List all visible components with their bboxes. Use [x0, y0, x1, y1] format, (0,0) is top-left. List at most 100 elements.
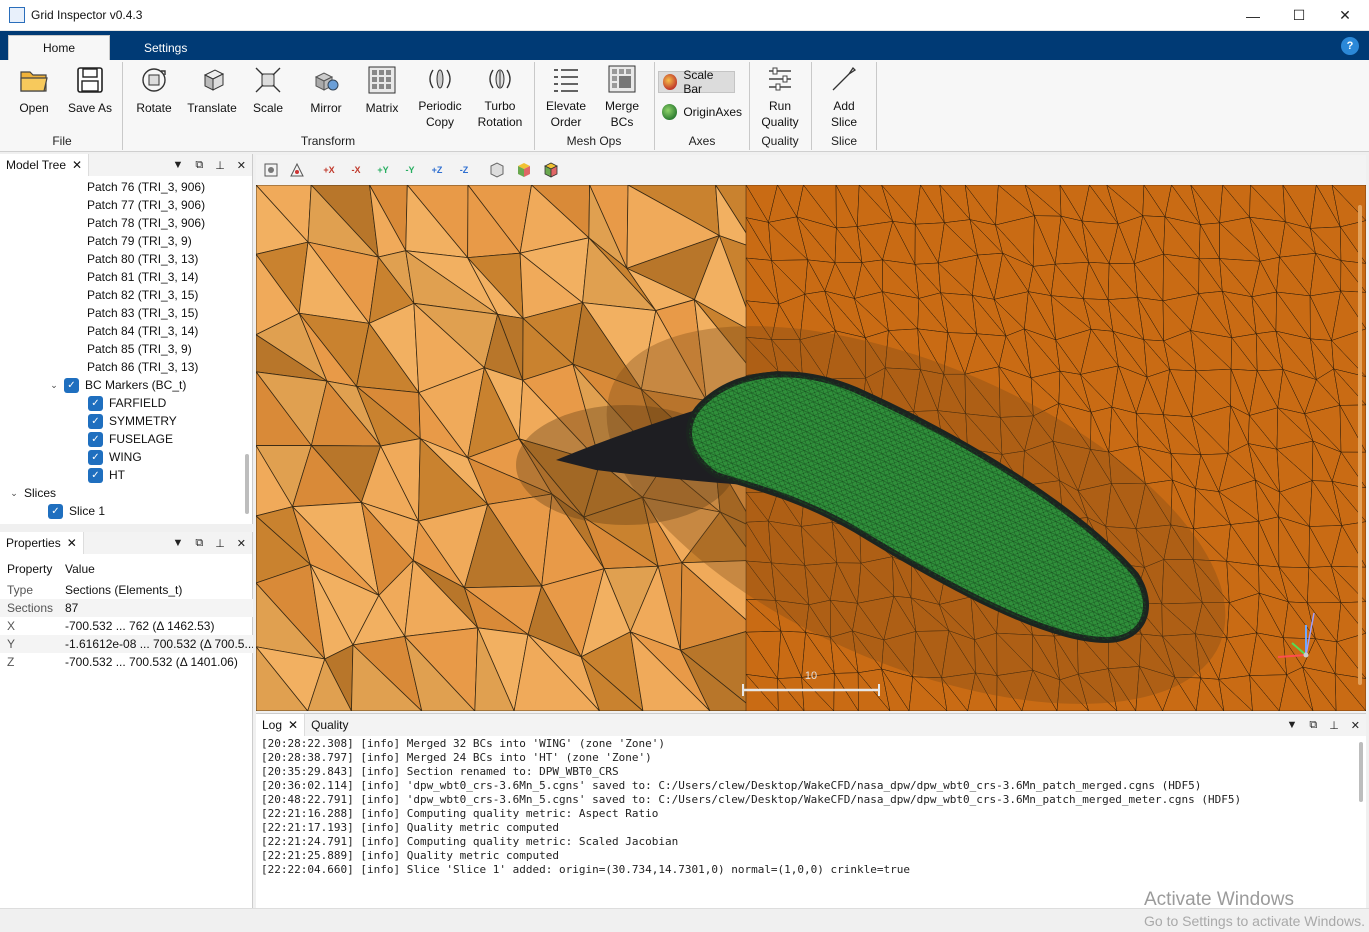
property-row[interactable]: X -700.532 ... 762 (Δ 1462.53)	[0, 617, 253, 635]
tree-item-patch[interactable]: Patch 78 (TRI_3, 906)	[87, 214, 205, 232]
tree-item-patch[interactable]: Patch 83 (TRI_3, 15)	[87, 304, 198, 322]
dropdown-icon[interactable]: ▼	[1286, 719, 1297, 732]
model-tree-tab[interactable]: Model Tree ✕	[0, 154, 90, 176]
log-line: [22:21:17.193] [info] Quality metric com…	[261, 821, 560, 834]
tree-item-patch[interactable]: Patch 76 (TRI_3, 906)	[87, 178, 205, 196]
checkbox-checked-icon[interactable]: ✓	[48, 503, 63, 519]
periodic-copy-button[interactable]: Periodic Copy	[410, 64, 470, 130]
save-as-button[interactable]: Save As	[62, 64, 118, 130]
tree-item-slice[interactable]: ✓ Slice 1	[48, 502, 105, 520]
log-line: [20:28:22.308] [info] Merged 32 BCs into…	[261, 737, 665, 750]
view-direction-button[interactable]: +X	[320, 162, 338, 178]
checkbox-checked-icon[interactable]: ✓	[88, 413, 103, 429]
property-row[interactable]: Y -1.61612e-08 ... 700.532 (Δ 700.5...	[0, 635, 253, 653]
pin-icon[interactable]: ⊥	[215, 159, 225, 172]
chevron-down-icon[interactable]: ⌄	[48, 380, 60, 391]
chevron-down-icon[interactable]: ⌄	[8, 488, 20, 499]
mirror-button[interactable]: Mirror	[298, 64, 354, 130]
view-direction-button[interactable]: -X	[347, 162, 365, 178]
view-direction-label: +X	[323, 165, 335, 175]
property-row[interactable]: Sections 87	[0, 599, 253, 617]
tree-item-slices[interactable]: ⌄ Slices	[8, 484, 56, 502]
property-row[interactable]: Z -700.532 ... 700.532 (Δ 1401.06)	[0, 653, 253, 671]
float-icon[interactable]: ⧉	[195, 537, 203, 550]
mesh-render[interactable]: 10	[256, 185, 1366, 711]
maximize-button[interactable]: ☐	[1276, 0, 1322, 31]
tree-item-patch[interactable]: Patch 80 (TRI_3, 13)	[87, 250, 198, 268]
float-icon[interactable]: ⧉	[195, 159, 203, 172]
tree-item-patch[interactable]: Patch 77 (TRI_3, 906)	[87, 196, 205, 214]
close-icon[interactable]: ✕	[72, 158, 82, 172]
origin-axes-toggle[interactable]: OriginAxes	[658, 101, 746, 123]
tree-item-bc[interactable]: ✓ FARFIELD	[88, 394, 166, 412]
elevate-order-button[interactable]: Elevate Order	[538, 64, 594, 130]
elevate-order-icon	[550, 64, 582, 94]
checkbox-checked-icon[interactable]: ✓	[88, 467, 103, 483]
log-tab[interactable]: Log ✕	[256, 714, 306, 736]
view-direction-button[interactable]: -Y	[401, 162, 419, 178]
tree-item-patch[interactable]: Patch 79 (TRI_3, 9)	[87, 232, 192, 250]
run-quality-button[interactable]: Run Quality	[752, 64, 808, 130]
translate-button[interactable]: Translate	[182, 64, 242, 130]
view-direction-button[interactable]: -Z	[455, 162, 473, 178]
minimize-button[interactable]: —	[1230, 0, 1276, 31]
matrix-button[interactable]: Matrix	[354, 64, 410, 130]
close-icon[interactable]: ✕	[1351, 719, 1360, 732]
add-slice-button[interactable]: Add Slice	[816, 64, 872, 130]
pin-icon[interactable]: ⊥	[215, 537, 225, 550]
open-button[interactable]: Open	[6, 64, 62, 130]
turbo-rotation-label-1: Turbo	[484, 99, 516, 113]
tree-item-bc-markers[interactable]: ⌄ ✓ BC Markers (BC_t)	[48, 376, 186, 394]
dropdown-icon[interactable]: ▼	[172, 159, 183, 172]
tree-item-bc[interactable]: ✓ HT	[88, 466, 125, 484]
tree-item-bc[interactable]: ✓ FUSELAGE	[88, 430, 173, 448]
tree-item-bc[interactable]: ✓ SYMMETRY	[88, 412, 177, 430]
view-direction-button[interactable]: +Z	[428, 162, 446, 178]
scale-bar-toggle[interactable]: Scale Bar	[658, 68, 735, 96]
run-quality-label-2: Quality	[761, 115, 799, 129]
close-button[interactable]: ✕	[1322, 0, 1368, 31]
property-key: Type	[7, 583, 34, 597]
merge-bcs-button[interactable]: Merge BCs	[594, 64, 650, 130]
close-icon[interactable]: ✕	[288, 718, 298, 732]
tree-item-patch[interactable]: Patch 85 (TRI_3, 9)	[87, 340, 192, 358]
scale-button[interactable]: Scale	[240, 64, 296, 130]
tree-item-patch[interactable]: Patch 84 (TRI_3, 14)	[87, 322, 198, 340]
checkbox-checked-icon[interactable]: ✓	[88, 431, 103, 447]
log-scrollbar[interactable]	[1359, 742, 1363, 802]
quality-tab[interactable]: Quality	[305, 714, 355, 736]
close-icon[interactable]: ✕	[67, 536, 77, 550]
rotate-icon	[138, 64, 170, 96]
turbo-rotation-button[interactable]: Turbo Rotation	[470, 64, 530, 130]
wireframe-cube-icon[interactable]	[488, 162, 506, 178]
tree-scrollbar[interactable]	[245, 454, 249, 514]
tab-home[interactable]: Home	[8, 35, 110, 60]
checkbox-checked-icon[interactable]: ✓	[64, 377, 79, 393]
close-icon[interactable]: ✕	[237, 159, 246, 172]
periodic-copy-label-2: Copy	[425, 115, 454, 129]
checkbox-checked-icon[interactable]: ✓	[88, 395, 103, 411]
origin-axes-icon	[662, 104, 678, 120]
mesh-viewport[interactable]: 10	[256, 185, 1366, 711]
reset-view-icon[interactable]	[262, 162, 280, 178]
tree-item-bc[interactable]: ✓ WING	[88, 448, 142, 466]
rotate-button[interactable]: Rotate	[126, 64, 182, 130]
shaded-cube-icon[interactable]	[515, 162, 533, 178]
fit-view-icon[interactable]	[288, 162, 306, 178]
close-icon[interactable]: ✕	[237, 537, 246, 550]
shaded-edges-cube-icon[interactable]	[542, 162, 560, 178]
merge-bcs-icon	[606, 64, 638, 94]
checkbox-checked-icon[interactable]: ✓	[88, 449, 103, 465]
help-icon[interactable]: ?	[1341, 37, 1359, 55]
tab-settings[interactable]: Settings	[128, 35, 203, 60]
tree-item-patch[interactable]: Patch 81 (TRI_3, 14)	[87, 268, 198, 286]
property-row[interactable]: Type Sections (Elements_t)	[0, 581, 253, 599]
view-direction-button[interactable]: +Y	[374, 162, 392, 178]
dropdown-icon[interactable]: ▼	[172, 537, 183, 550]
pin-icon[interactable]: ⊥	[1329, 719, 1339, 732]
tree-item-patch[interactable]: Patch 86 (TRI_3, 13)	[87, 358, 198, 376]
tree-item-patch[interactable]: Patch 82 (TRI_3, 15)	[87, 286, 198, 304]
float-icon[interactable]: ⧉	[1309, 719, 1317, 732]
properties-tab[interactable]: Properties ✕	[0, 532, 84, 554]
log-line: [20:28:38.797] [info] Merged 24 BCs into…	[261, 751, 652, 764]
